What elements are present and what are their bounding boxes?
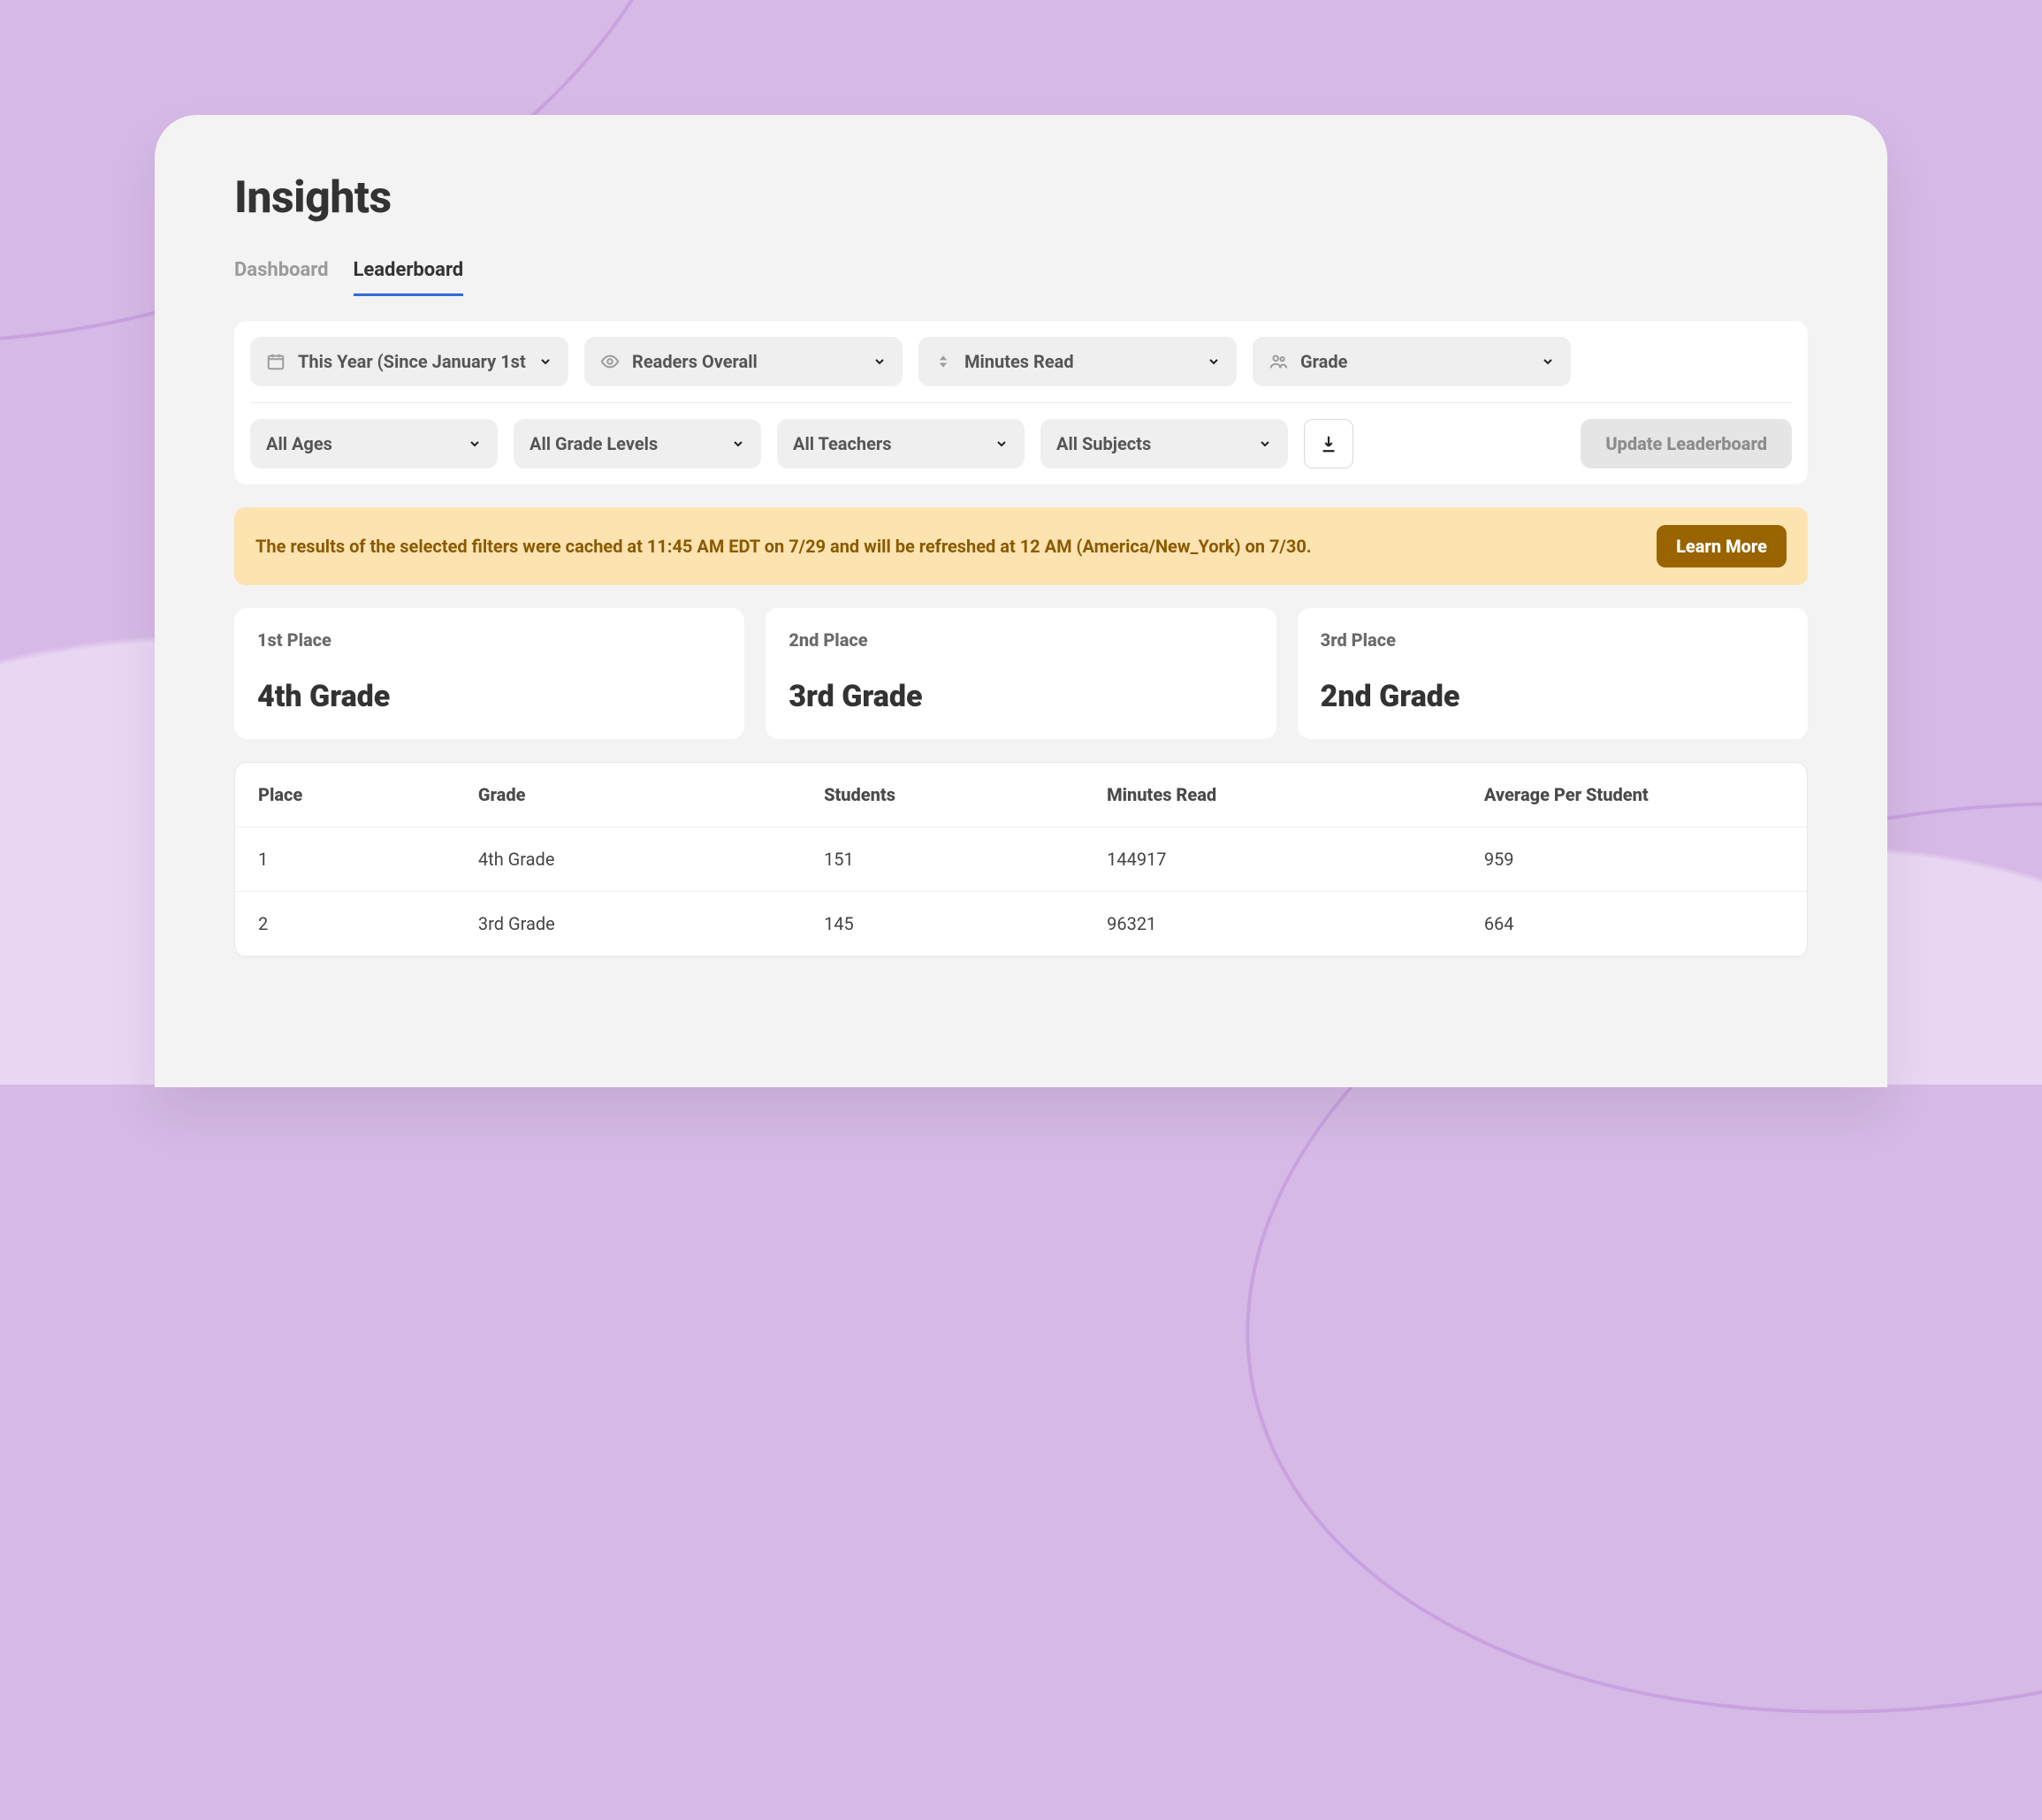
filter-grades[interactable]: All Grade Levels — [514, 419, 761, 468]
filter-readers[interactable]: Readers Overall — [584, 337, 903, 386]
filter-row-secondary: All Ages All Grade Levels All Teachers A… — [250, 402, 1792, 468]
cell-students: 151 — [801, 827, 1084, 892]
podium-place-label: 2nd Place — [789, 629, 1253, 651]
filter-metric-label: Minutes Read — [964, 351, 1194, 372]
podium-value: 4th Grade — [257, 679, 721, 714]
table-row: 2 3rd Grade 145 96321 664 — [235, 892, 1807, 956]
download-button[interactable] — [1304, 419, 1353, 468]
tab-leaderboard[interactable]: Leaderboard — [354, 259, 464, 296]
col-header-minutes: Minutes Read — [1084, 763, 1461, 827]
cell-minutes: 96321 — [1084, 892, 1461, 956]
chevron-down-icon — [731, 437, 745, 451]
tab-dashboard[interactable]: Dashboard — [234, 259, 329, 296]
filter-metric[interactable]: Minutes Read — [918, 337, 1237, 386]
filter-teachers[interactable]: All Teachers — [777, 419, 1025, 468]
podium-place-label: 1st Place — [257, 629, 721, 651]
update-leaderboard-button[interactable]: Update Leaderboard — [1581, 419, 1792, 468]
filter-readers-label: Readers Overall — [632, 351, 860, 372]
chevron-down-icon — [468, 437, 482, 451]
filter-ages-label: All Ages — [266, 433, 455, 454]
people-icon — [1269, 352, 1288, 371]
chevron-down-icon — [538, 354, 552, 369]
table-header-row: Place Grade Students Minutes Read Averag… — [235, 763, 1807, 827]
podium-value: 2nd Grade — [1321, 679, 1785, 714]
cell-students: 145 — [801, 892, 1084, 956]
filter-groupby-label: Grade — [1300, 351, 1528, 372]
leaderboard-table: Place Grade Students Minutes Read Averag… — [234, 762, 1808, 957]
update-leaderboard-label: Update Leaderboard — [1605, 433, 1767, 454]
cache-banner: The results of the selected filters were… — [234, 507, 1808, 585]
filter-teachers-label: All Teachers — [793, 433, 982, 454]
cell-place: 1 — [235, 827, 455, 892]
eye-icon — [600, 352, 620, 371]
col-header-place: Place — [235, 763, 455, 827]
filter-period-label: This Year (Since January 1st — [298, 351, 526, 372]
col-header-students: Students — [801, 763, 1084, 827]
col-header-grade: Grade — [455, 763, 801, 827]
chevron-down-icon — [872, 354, 887, 369]
cell-place: 2 — [235, 892, 455, 956]
cache-banner-text: The results of the selected filters were… — [255, 536, 1639, 557]
podium-card-1: 1st Place 4th Grade — [234, 608, 744, 739]
sort-icon — [934, 353, 952, 370]
podium-card-3: 3rd Place 2nd Grade — [1298, 608, 1808, 739]
filter-subjects[interactable]: All Subjects — [1040, 419, 1288, 468]
filter-period[interactable]: This Year (Since January 1st — [250, 337, 568, 386]
filter-grades-label: All Grade Levels — [530, 433, 719, 454]
table-row: 1 4th Grade 151 144917 959 — [235, 827, 1807, 892]
calendar-icon — [266, 352, 286, 371]
chevron-down-icon — [994, 437, 1009, 451]
podium-value: 3rd Grade — [789, 679, 1253, 714]
cell-avg: 959 — [1461, 827, 1807, 892]
cell-grade: 4th Grade — [455, 827, 801, 892]
learn-more-label: Learn More — [1676, 536, 1767, 557]
filter-ages[interactable]: All Ages — [250, 419, 498, 468]
col-header-avg: Average Per Student — [1461, 763, 1807, 827]
cell-minutes: 144917 — [1084, 827, 1461, 892]
insights-panel: Insights Dashboard Leaderboard This Year… — [155, 115, 1887, 1087]
filter-groupby[interactable]: Grade — [1253, 337, 1571, 386]
podium-card-2: 2nd Place 3rd Grade — [766, 608, 1276, 739]
chevron-down-icon — [1258, 437, 1272, 451]
filter-subjects-label: All Subjects — [1056, 433, 1246, 454]
filter-card: This Year (Since January 1st Readers Ove… — [234, 321, 1808, 484]
podium: 1st Place 4th Grade 2nd Place 3rd Grade … — [234, 608, 1808, 739]
podium-place-label: 3rd Place — [1321, 629, 1785, 651]
tabs: Dashboard Leaderboard — [234, 259, 1808, 296]
cell-grade: 3rd Grade — [455, 892, 801, 956]
page-title: Insights — [234, 172, 1808, 224]
download-icon — [1319, 434, 1338, 453]
learn-more-button[interactable]: Learn More — [1657, 525, 1787, 567]
cell-avg: 664 — [1461, 892, 1807, 956]
chevron-down-icon — [1207, 354, 1221, 369]
filter-row-primary: This Year (Since January 1st Readers Ove… — [250, 337, 1792, 386]
chevron-down-icon — [1541, 354, 1555, 369]
